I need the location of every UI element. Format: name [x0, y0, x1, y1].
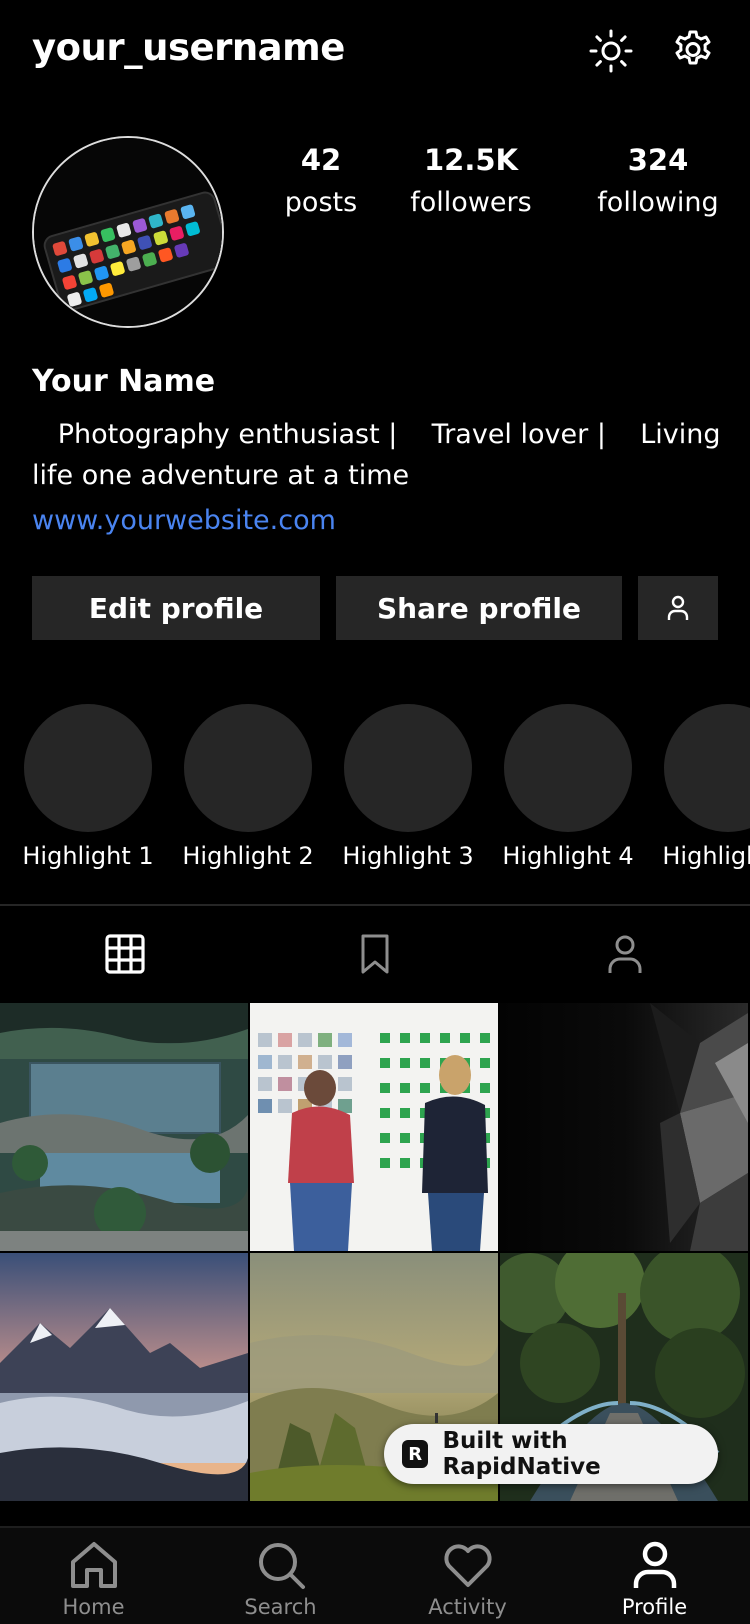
highlight-item[interactable]: Highlight 4: [488, 700, 648, 870]
bio-text: Photography enthusiast | Travel lover | …: [32, 419, 730, 491]
top-header: your_username: [0, 0, 750, 104]
tab-saved[interactable]: [250, 906, 500, 1002]
post-thumbnail[interactable]: [500, 1003, 748, 1251]
heart-icon: [443, 1544, 492, 1587]
tab-posts-grid[interactable]: [0, 906, 250, 1002]
highlight-item[interactable]: Highlight 3: [328, 700, 488, 870]
highlight-circle: [24, 704, 152, 832]
stat-label: followers: [410, 187, 532, 218]
highlight-item[interactable]: Highlight 1: [8, 700, 168, 870]
stat-posts[interactable]: 42 posts: [256, 140, 386, 226]
website-link[interactable]: www.yourwebsite.com: [32, 505, 336, 536]
nav-label: Search: [244, 1595, 317, 1619]
search-icon: [258, 1543, 305, 1589]
nav-label: Profile: [621, 1595, 688, 1619]
profile-icon: [633, 1541, 676, 1588]
highlight-circle: [504, 704, 632, 832]
nav-profile[interactable]: Profile: [561, 1528, 748, 1624]
stat-value: 324: [627, 143, 689, 177]
stat-label: posts: [284, 187, 358, 218]
highlight-label: Highlight 5: [662, 842, 750, 870]
highlight-item[interactable]: Highlight 5: [648, 700, 750, 870]
tagged-person-icon: [608, 935, 642, 973]
nav-search[interactable]: Search: [187, 1528, 374, 1624]
rapidnative-logo: R: [402, 1440, 429, 1468]
nav-label: Home: [62, 1595, 125, 1619]
edit-profile-button[interactable]: Edit profile: [32, 576, 320, 640]
highlights-row: Highlight 1 Highlight 2 Highlight 3 High…: [0, 700, 750, 880]
tab-tagged[interactable]: [500, 906, 750, 1002]
share-profile-button[interactable]: Share profile: [336, 576, 622, 640]
stat-following[interactable]: 324 following: [590, 140, 726, 226]
username-title: your_username: [32, 26, 345, 69]
badge-text: Built with RapidNative: [442, 1428, 601, 1480]
stat-value: 42: [300, 143, 342, 177]
nav-activity[interactable]: Activity: [374, 1528, 561, 1624]
highlight-circle: [184, 704, 312, 832]
bottom-navigation: Home Search Activity Profile: [0, 1526, 750, 1624]
highlight-label: Highlight 1: [22, 842, 154, 870]
stat-label: following: [597, 187, 719, 218]
sun-icon[interactable]: [588, 28, 634, 74]
home-icon: [70, 1542, 117, 1588]
add-person-button[interactable]: [638, 576, 718, 640]
content-tabs: [0, 906, 750, 1002]
person-icon: [667, 595, 689, 620]
stat-followers[interactable]: 12.5K followers: [400, 140, 542, 226]
post-thumbnail[interactable]: [0, 1003, 248, 1251]
nav-label: Activity: [428, 1595, 507, 1619]
highlight-label: Highlight 3: [342, 842, 474, 870]
profile-avatar[interactable]: [32, 136, 224, 328]
grid-icon: [105, 934, 145, 974]
display-name: Your Name: [32, 364, 216, 399]
bookmark-icon: [361, 934, 389, 974]
highlight-label: Highlight 2: [182, 842, 314, 870]
built-with-badge[interactable]: R Built with RapidNative: [384, 1424, 718, 1484]
stat-value: 12.5K: [423, 143, 519, 177]
gear-icon[interactable]: [670, 28, 716, 74]
post-thumbnail[interactable]: [250, 1003, 498, 1251]
highlight-label: Highlight 4: [502, 842, 634, 870]
nav-home[interactable]: Home: [0, 1528, 187, 1624]
highlight-item[interactable]: Highlight 2: [168, 700, 328, 870]
highlight-circle: [344, 704, 472, 832]
highlight-circle: [664, 704, 750, 832]
post-thumbnail[interactable]: [0, 1253, 248, 1501]
